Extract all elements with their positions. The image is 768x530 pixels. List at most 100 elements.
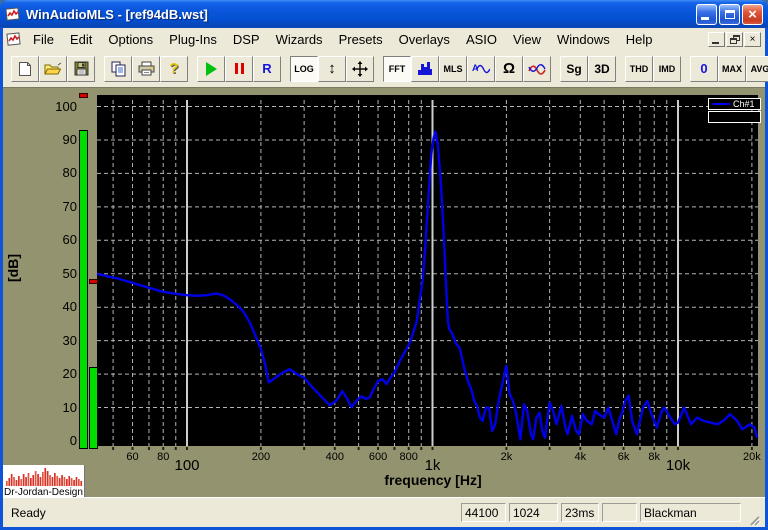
spectrum-plot[interactable] xyxy=(96,95,759,450)
menu-asio[interactable]: ASIO xyxy=(458,30,505,49)
print-icon xyxy=(138,61,154,76)
fft-button[interactable]: FFT xyxy=(383,55,411,82)
imd-label: IMD xyxy=(658,63,676,74)
menu-file[interactable]: File xyxy=(25,30,62,49)
impedance-button[interactable]: Ω xyxy=(495,55,523,82)
imd-button[interactable]: IMD xyxy=(653,55,681,82)
y-tick-label: 40 xyxy=(62,299,77,315)
open-folder-icon xyxy=(44,62,62,74)
move-cross-icon xyxy=(352,60,368,77)
y-tick-label: 0 xyxy=(69,433,77,448)
open-button[interactable] xyxy=(39,55,67,82)
app-icon xyxy=(5,7,20,21)
save-floppy-icon xyxy=(74,61,88,76)
menu-view[interactable]: View xyxy=(505,30,549,49)
avg-button[interactable]: AVG xyxy=(746,55,768,82)
toolbar: ? R LOG ↕ FFT MLS A Ω Sg 3D THD IMD 0 MAX AVG xyxy=(3,50,768,87)
signal-generator-button[interactable]: A xyxy=(467,55,495,82)
copy-button[interactable] xyxy=(104,55,132,82)
vertical-zoom-button[interactable]: ↕ xyxy=(318,55,346,82)
record-label: R xyxy=(262,61,272,76)
status-bar: Ready 44100 1024 23ms Blackman xyxy=(3,497,765,527)
menu-options[interactable]: Options xyxy=(100,30,161,49)
x-tick-label: 400 xyxy=(325,451,344,463)
resize-grip[interactable] xyxy=(747,513,761,527)
status-message: Ready xyxy=(11,505,46,520)
fft-label: FFT xyxy=(388,63,406,74)
x-tick-label: 2k xyxy=(500,451,513,463)
mdi-restore-button[interactable] xyxy=(726,31,743,47)
mls-button[interactable]: MLS xyxy=(439,55,467,82)
play-button[interactable] xyxy=(197,55,225,82)
mdi-minimize-button[interactable] xyxy=(708,31,725,47)
mls-label: MLS xyxy=(443,63,463,74)
log-scale-label: LOG xyxy=(294,63,314,74)
log-scale-button[interactable]: LOG xyxy=(290,55,318,82)
legend-label: Ch#1 xyxy=(733,99,755,109)
copy-icon xyxy=(111,61,125,76)
max-label: MAX xyxy=(722,63,742,74)
zero-button[interactable]: 0 xyxy=(690,55,718,82)
new-file-icon xyxy=(19,61,31,76)
y-tick-label: 10 xyxy=(62,399,77,415)
minimize-button[interactable] xyxy=(696,3,717,25)
y-tick-label: 20 xyxy=(62,366,77,382)
sg-label: Sg xyxy=(566,61,582,76)
waveform-icon xyxy=(6,468,83,486)
spectrum-curve-ch1 xyxy=(96,130,759,441)
mdi-close-button[interactable]: × xyxy=(744,31,761,47)
level-meter-left xyxy=(79,129,88,449)
y-tick-label: 80 xyxy=(62,165,77,181)
x-tick-label: 6k xyxy=(617,451,630,463)
max-button[interactable]: MAX xyxy=(718,55,746,82)
menu-edit[interactable]: Edit xyxy=(62,30,100,49)
menu-plug-ins[interactable]: Plug-Ins xyxy=(161,30,225,49)
x-decade-label: 10k xyxy=(665,457,691,474)
status-panels: 44100 1024 23ms Blackman xyxy=(458,503,741,522)
maximize-button[interactable] xyxy=(719,3,740,25)
vertical-arrows-icon: ↕ xyxy=(328,60,336,77)
y-axis-title: [dB] xyxy=(5,254,21,282)
spectrum-button[interactable] xyxy=(411,55,439,82)
chart-area: 0 10 20 30 40 50 60 70 80 90 100 60 80 200 400 600 800 2… xyxy=(3,87,765,498)
x-tick-label: 20k xyxy=(743,451,761,463)
record-button[interactable]: R xyxy=(253,55,281,82)
3d-label: 3D xyxy=(594,61,610,76)
avg-label: AVG xyxy=(750,63,768,74)
menu-presets[interactable]: Presets xyxy=(331,30,391,49)
x-tick-label: 200 xyxy=(251,451,271,463)
thd-label: THD xyxy=(629,63,649,74)
menu-help[interactable]: Help xyxy=(618,30,661,49)
close-icon: × xyxy=(748,5,757,23)
x-axis-title: frequency [Hz] xyxy=(384,472,482,488)
new-button[interactable] xyxy=(11,55,39,82)
save-button[interactable] xyxy=(67,55,95,82)
help-button[interactable]: ? xyxy=(160,55,188,82)
mdi-minimize-icon xyxy=(712,41,719,44)
x-tick-label: 4k xyxy=(574,451,587,463)
y-tick-label: 100 xyxy=(55,98,77,114)
x-decade-label: 100 xyxy=(174,457,200,474)
y-tick-label: 70 xyxy=(62,198,77,214)
sine-wave-icon: A xyxy=(472,63,490,73)
zero-label: 0 xyxy=(700,61,708,76)
window-title: WinAudioMLS - [ref94dB.wst] xyxy=(26,6,208,22)
sg-button[interactable]: Sg xyxy=(560,55,588,82)
thd-button[interactable]: THD xyxy=(625,55,653,82)
x-tick-label: 80 xyxy=(157,451,170,463)
pan-button[interactable] xyxy=(346,55,374,82)
transfer-curves-button[interactable] xyxy=(523,55,551,82)
3d-button[interactable]: 3D xyxy=(588,55,616,82)
menu-dsp[interactable]: DSP xyxy=(225,30,268,49)
pause-button[interactable] xyxy=(225,55,253,82)
menu-wizards[interactable]: Wizards xyxy=(268,30,331,49)
menu-windows[interactable]: Windows xyxy=(549,30,618,49)
menu-overlays[interactable]: Overlays xyxy=(391,30,458,49)
legend-line-swatch xyxy=(712,103,730,105)
print-button[interactable] xyxy=(132,55,160,82)
peak-marker-left xyxy=(79,93,88,99)
help-icon: ? xyxy=(169,60,179,77)
minimize-icon xyxy=(701,16,709,20)
document-icon xyxy=(6,32,21,46)
close-button[interactable]: × xyxy=(742,3,763,25)
